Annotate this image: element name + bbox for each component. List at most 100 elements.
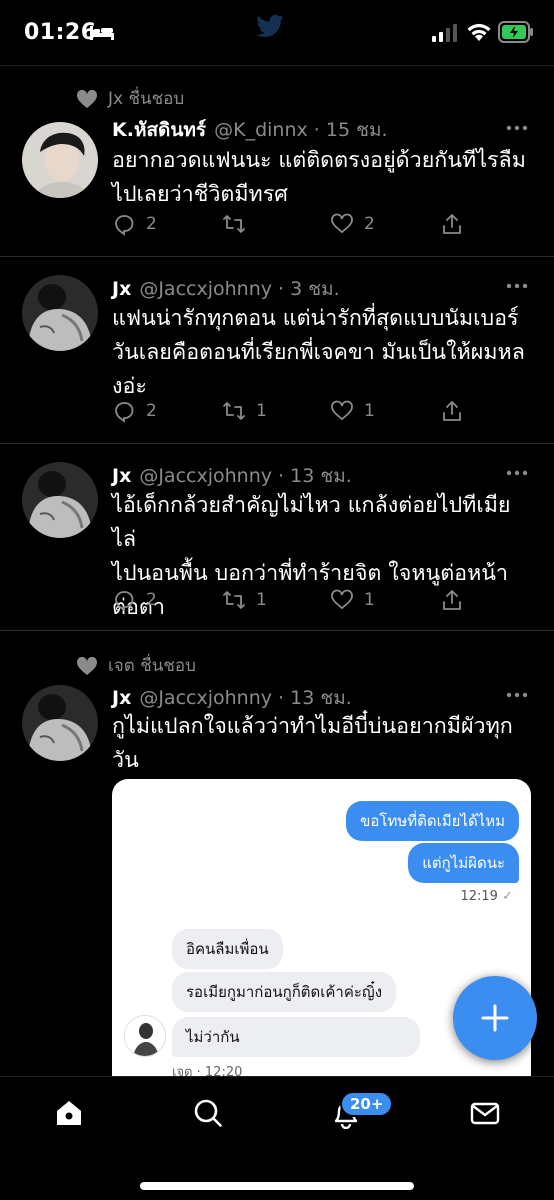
avatar[interactable] bbox=[22, 275, 98, 351]
tweet-text: กูไม่แปลกใจแล้วว่าทำไมอีบี๋บ่นอยากมีผัวท… bbox=[112, 710, 532, 778]
tweet[interactable]: Jx ชื่นชอบ K.หัสดินทร์ @K_dinnx · 15 ชม.… bbox=[0, 67, 554, 257]
retweet-icon bbox=[223, 215, 245, 233]
tweet-text-line: วัน bbox=[112, 748, 139, 773]
chat-timestamp: 12:19 ✓ bbox=[460, 889, 513, 904]
tweet-actions: 2 1 1 bbox=[112, 399, 472, 425]
retweet-button[interactable]: 1 bbox=[222, 588, 267, 612]
compose-tweet-button[interactable] bbox=[453, 976, 537, 1060]
nav-home[interactable] bbox=[53, 1097, 89, 1133]
handle[interactable]: @Jaccxjohnny bbox=[139, 278, 272, 300]
display-name[interactable]: K.หัสดินทร์ bbox=[112, 115, 206, 145]
tweet-header: K.หัสดินทร์ @K_dinnx · 15 ชม. bbox=[112, 115, 494, 145]
avatar[interactable] bbox=[22, 685, 98, 761]
share-button[interactable] bbox=[440, 399, 464, 423]
avatar[interactable] bbox=[22, 122, 98, 198]
reply-button[interactable]: 2 bbox=[112, 399, 157, 423]
read-check-icon: ✓ bbox=[502, 889, 513, 904]
home-indicator[interactable] bbox=[140, 1182, 414, 1190]
chat-avatar bbox=[124, 1015, 166, 1057]
avatar[interactable] bbox=[22, 462, 98, 538]
handle[interactable]: @K_dinnx bbox=[214, 119, 308, 141]
more-icon[interactable] bbox=[506, 470, 528, 476]
chat-bubble-incoming: รอเมียกูมาก่อนกูก็ติดเค้าค่ะญิ๋ง bbox=[172, 972, 397, 1012]
like-count: 1 bbox=[364, 590, 375, 610]
reply-button[interactable]: 2 bbox=[112, 588, 157, 612]
tweet-actions: 2 2 bbox=[112, 212, 472, 238]
status-time: 01:26 bbox=[24, 20, 97, 45]
handle[interactable]: @Jaccxjohnny bbox=[139, 465, 272, 487]
timestamp: 15 ชม. bbox=[325, 119, 388, 141]
handle[interactable]: @Jaccxjohnny bbox=[139, 687, 272, 709]
social-context-label: เจต ชื่นชอบ bbox=[108, 656, 196, 676]
like-button[interactable]: 1 bbox=[330, 399, 375, 423]
share-button[interactable] bbox=[440, 212, 464, 236]
share-button[interactable] bbox=[440, 588, 464, 612]
wifi-icon bbox=[467, 23, 491, 41]
tweet-actions: 2 1 1 bbox=[112, 588, 472, 614]
heart-outline-icon bbox=[331, 213, 353, 234]
tweet-text: แฟนน่ารักทุกตอน แต่น่ารักที่สุดแบบนัมเบอ… bbox=[112, 302, 532, 404]
tweet-text-line: ไปเลยว่าชีวิตมีทรศ bbox=[112, 182, 288, 207]
retweet-count: 1 bbox=[256, 590, 267, 610]
more-icon[interactable] bbox=[506, 283, 528, 289]
chat-bubble-incoming: อิคนลืมเพื่อน bbox=[172, 929, 283, 969]
reply-icon bbox=[115, 215, 134, 236]
tweet-text-line: ไอ้เด็กกล้วยสำคัญไม่ไหว แกล้งต่อยไปทีเมี… bbox=[112, 493, 511, 552]
tweet[interactable]: Jx @Jaccxjohnny · 3 ชม. แฟนน่ารักทุกตอน … bbox=[0, 258, 554, 444]
reply-count: 2 bbox=[146, 214, 157, 234]
heart-icon bbox=[76, 656, 98, 675]
timestamp: 13 ชม. bbox=[290, 465, 352, 487]
tweet-text-line: กูไม่แปลกใจแล้วว่าทำไมอีบี๋บ่นอยากมีผัวท… bbox=[112, 714, 513, 739]
more-icon[interactable] bbox=[506, 692, 528, 698]
separator: · bbox=[272, 278, 291, 300]
bed-icon bbox=[90, 26, 114, 40]
like-button[interactable]: 2 bbox=[330, 212, 375, 236]
retweet-icon bbox=[223, 402, 245, 420]
social-context: เจต ชื่นชอบ bbox=[76, 652, 196, 679]
display-name[interactable]: Jx bbox=[112, 687, 131, 709]
retweet-button[interactable]: 1 bbox=[222, 399, 267, 423]
tweet-media-image[interactable]: ขอโทษที่ติดเมียได้ไหม แต่กูไม่ผิดนะ 12:1… bbox=[112, 779, 531, 1109]
tweet-text-line: วันเลยคือตอนที่เรียกพี่เจคขา มันเป็นให้ผ… bbox=[112, 340, 525, 365]
tweet-text-line: อยากอวดแฟนนะ แต่ติดตรงอยู่ด้วยกันทีไรลืม bbox=[112, 148, 526, 173]
tweet-text-line: แฟนน่ารักทุกตอน แต่น่ารักที่สุดแบบนัมเบอ… bbox=[112, 306, 519, 331]
retweet-button[interactable] bbox=[222, 212, 256, 236]
nav-search[interactable] bbox=[192, 1097, 228, 1133]
plus-icon bbox=[481, 1004, 509, 1032]
twitter-logo-icon[interactable] bbox=[255, 14, 285, 40]
tweet[interactable]: Jx @Jaccxjohnny · 13 ชม. ไอ้เด็กกล้วยสำค… bbox=[0, 445, 554, 631]
battery-charging-icon bbox=[498, 21, 533, 43]
separator: · bbox=[307, 119, 326, 141]
reply-count: 2 bbox=[146, 401, 157, 421]
share-icon bbox=[443, 401, 461, 421]
search-icon bbox=[194, 1099, 222, 1127]
more-icon[interactable] bbox=[506, 125, 528, 131]
timestamp: 13 ชม. bbox=[290, 687, 352, 709]
separator: · bbox=[272, 687, 291, 709]
chat-bubble-outgoing: ขอโทษที่ติดเมียได้ไหม bbox=[346, 801, 519, 841]
like-count: 2 bbox=[364, 214, 375, 234]
status-bar: 01:26 bbox=[0, 0, 554, 66]
heart-icon bbox=[76, 89, 98, 108]
mail-icon bbox=[470, 1102, 500, 1125]
chat-time: 12:19 bbox=[460, 889, 498, 904]
reply-button[interactable]: 2 bbox=[112, 212, 157, 236]
chat-bubble-outgoing: แต่กูไม่ผิดนะ bbox=[408, 843, 519, 883]
notification-badge: 20+ bbox=[340, 1091, 394, 1117]
chat-bubble-incoming: ไม่ว่ากัน bbox=[172, 1017, 420, 1057]
display-name[interactable]: Jx bbox=[112, 278, 131, 300]
reply-count: 2 bbox=[146, 590, 157, 610]
tweet-header: Jx @Jaccxjohnny · 13 ชม. bbox=[112, 683, 494, 713]
cellular-signal-icon bbox=[432, 24, 457, 42]
share-icon bbox=[443, 214, 461, 234]
like-count: 1 bbox=[364, 401, 375, 421]
display-name[interactable]: Jx bbox=[112, 465, 131, 487]
separator: · bbox=[272, 465, 291, 487]
social-context-label: Jx ชื่นชอบ bbox=[108, 89, 185, 109]
tweet-header: Jx @Jaccxjohnny · 13 ชม. bbox=[112, 461, 494, 491]
like-button[interactable]: 1 bbox=[330, 588, 375, 612]
nav-messages[interactable] bbox=[469, 1097, 505, 1133]
reply-icon bbox=[115, 591, 134, 612]
retweet-icon bbox=[223, 591, 245, 609]
share-icon bbox=[443, 590, 461, 610]
